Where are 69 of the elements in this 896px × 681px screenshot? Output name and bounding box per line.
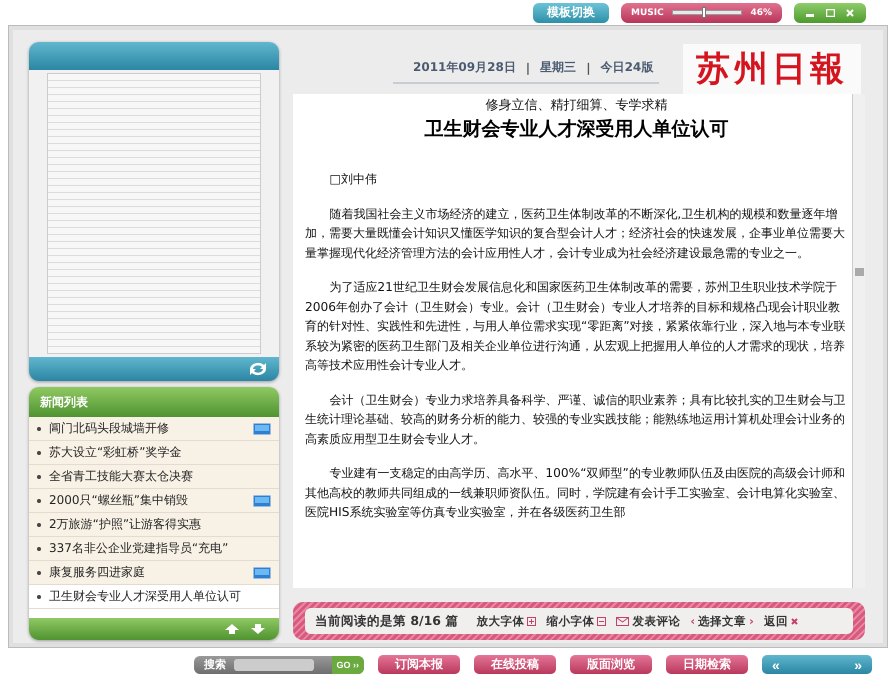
- select-button[interactable]: ‹ 选择文章 ›: [690, 614, 754, 628]
- news-list-item[interactable]: 337名非公企业党建指导员“充电”: [29, 537, 279, 561]
- scrollbar[interactable]: [852, 94, 865, 588]
- nav-button[interactable]: 版面浏览: [570, 655, 652, 674]
- news-list-item[interactable]: 2万旅游“护照”让游客得实惠: [29, 513, 279, 537]
- nav-button[interactable]: 订阅本报: [378, 655, 460, 674]
- news-list-item[interactable]: 全省青工技能大赛太仓决赛: [29, 465, 279, 489]
- enlarge-button[interactable]: 放大字体: [476, 614, 536, 628]
- weekday-text: 星期三: [540, 59, 576, 76]
- back-button[interactable]: 返回: [764, 614, 798, 628]
- down-arrow-icon[interactable]: [251, 624, 265, 634]
- news-title: 卫生财会专业人才深受用人单位认可: [49, 588, 242, 605]
- minus-box-icon: [597, 616, 606, 626]
- article-paragraph: 会计（卫生财会）专业力求培养具备科学、严谨、诚信的职业素养；具有比较扎实的卫生财会与卫生统计理论基础、较高的财务分析的能力、较强的专业实践技能；能熟练地运用计算机处理会计业务的高素质应用型卫生财会专业人才。: [305, 392, 846, 448]
- news-list-item[interactable]: 康复服务四进家庭: [29, 561, 279, 585]
- article-paragraph: 随着我国社会主义市场经济的建立，医药卫生体制改革的不断深化,卫生机构的规模和数量逐年增加，需要大量既懂会计知识又懂医学知识的复合型会计人才；经济社会的快速发展，企事业单位需要大量掌握现代化经济管理方法的会计应用性人才，会计专业成为社会经济建设最急需的专业之一。: [305, 206, 846, 262]
- news-list-title: 新闻列表: [29, 387, 279, 417]
- article-paragraph: 为了适应21世纪卫生财会发展信息化和国家医药卫生体制改革的需要，苏州卫生职业技术学院于2006年创办了会计（卫生财会）专业。会计（卫生财会）专业人才培养的目标和规格凸现会计职业教育的针对性、实践性和先进性，与用人单位需求实现“零距离”对接，紧紧依靠行业，深入地与本专业联系较为紧密的医药卫生部门及相关企业单位进行沟通，从宏观上把握用人单位的人才需求的现状，培养高等技术应用性会计专业人才。: [305, 279, 847, 374]
- news-title: 康复服务四进家庭: [49, 564, 146, 581]
- bullet-icon: [37, 474, 41, 478]
- search-label: 搜索: [204, 657, 226, 672]
- news-title: 337名非公企业党建指导员“充电”: [49, 540, 230, 557]
- close-icon: [790, 618, 798, 624]
- music-label: MUSIC: [631, 8, 664, 18]
- nav-button[interactable]: 日期检索: [666, 655, 748, 674]
- maximize-icon: [826, 8, 834, 16]
- news-list-item[interactable]: 卫生财会专业人才深受用人单位认可: [29, 585, 279, 609]
- article-author: □刘中伟: [328, 171, 378, 188]
- volume-reading: 46%: [750, 8, 772, 18]
- news-title: 2000只“螺丝瓶”集中销毁: [49, 492, 189, 509]
- comment-button[interactable]: 发表评论: [616, 614, 680, 628]
- shrink-button[interactable]: 缩小字体: [546, 614, 606, 628]
- maximize-button[interactable]: [824, 6, 836, 18]
- up-arrow-icon[interactable]: [225, 624, 239, 634]
- envelope-icon: [616, 616, 630, 626]
- bullet-icon: [37, 594, 41, 598]
- article-paragraph: 专业建有一支稳定的由高学历、高水平、100%“双师型”的专业教师队伍及由医院的高级会计师和其他高校的教师共同组成的一线兼职师资队伍。同时，学院建有会计手工实验室、会计电算化实验室、医院HIS系统实验室等仿真专业实验室，并在各级医药卫生部: [305, 465, 846, 521]
- separator: |: [586, 60, 591, 74]
- bullet-icon: [37, 546, 41, 550]
- close-icon: [846, 8, 854, 16]
- bullet-icon: [37, 570, 41, 574]
- bullet-icon: [37, 522, 41, 526]
- news-title: 阊门北码头段城墙开修: [49, 420, 170, 437]
- edition-text: 今日24版: [600, 59, 654, 76]
- news-list-item[interactable]: 阊门北码头段城墙开修: [29, 417, 279, 441]
- article-subtitle: 修身立信、精打细算、专学求精: [484, 97, 668, 114]
- bullet-icon: [37, 450, 41, 454]
- bullet-icon: [37, 426, 41, 430]
- nav-button[interactable]: 在线投稿: [474, 655, 556, 674]
- bullet-icon: [37, 498, 41, 502]
- right-caret-icon: ›: [749, 614, 754, 628]
- close-button[interactable]: [844, 6, 856, 18]
- reading-position: 当前阅读的是第 8/16 篇: [315, 612, 458, 630]
- news-list-item[interactable]: 2000只“螺丝瓶”集中销毁: [29, 489, 279, 513]
- newspaper-logo: 苏州日報: [683, 44, 861, 94]
- article-title: 卫生财会专业人才深受用人单位认可: [424, 117, 730, 142]
- scrollbar-thumb[interactable]: [854, 268, 864, 276]
- left-caret-icon: ‹: [690, 614, 696, 628]
- volume-slider[interactable]: [672, 10, 742, 15]
- date-text: 2011年09月28日: [413, 59, 516, 76]
- separator: |: [526, 60, 530, 74]
- news-title: 全省青工技能大赛太仓决赛: [49, 468, 194, 485]
- news-title: 2万旅游“护照”让游客得实惠: [49, 516, 202, 533]
- refresh-icon[interactable]: [247, 361, 269, 377]
- slider-thumb[interactable]: [702, 7, 706, 18]
- news-list-item[interactable]: 苏大设立“彩虹桥”奖学金: [29, 441, 279, 465]
- plus-box-icon: [527, 616, 536, 626]
- search-field[interactable]: [234, 658, 314, 670]
- news-title: 苏大设立“彩虹桥”奖学金: [49, 444, 182, 461]
